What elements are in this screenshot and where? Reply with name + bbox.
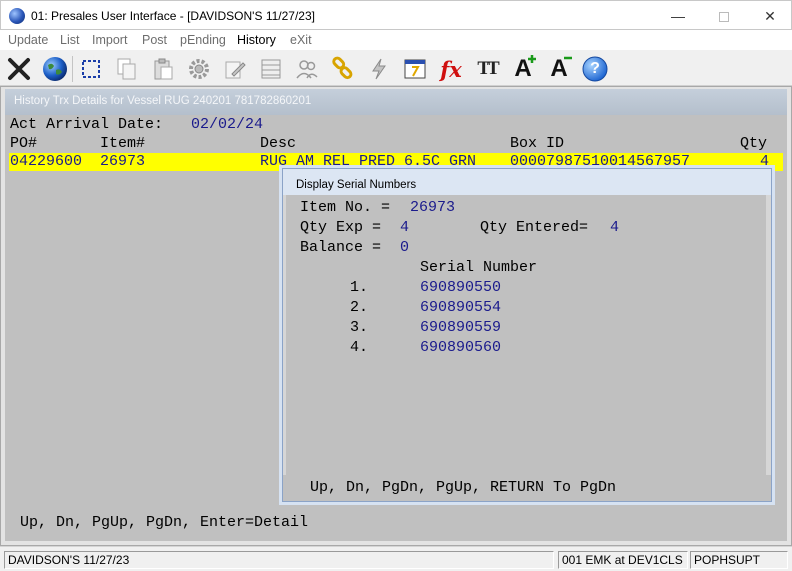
copy-icon[interactable] <box>112 54 142 84</box>
help-icon[interactable]: ? <box>580 54 610 84</box>
maximize-icon <box>719 12 729 23</box>
serial-index: 2. <box>350 299 369 316</box>
close-button[interactable]: ✕ <box>747 1 792 31</box>
function-fx-icon[interactable]: fx <box>436 54 466 84</box>
serial-value: 690890559 <box>420 319 502 336</box>
help-glyph: ? <box>590 60 600 77</box>
serial-number-header: Serial Number <box>420 259 538 276</box>
dialog-titlebar: Display Serial Numbers <box>283 169 771 195</box>
row-po: 04229600 <box>10 153 83 170</box>
toolbar: fx TT A A ? <box>0 50 792 86</box>
status-company: DAVIDSON'S 11/27/23 <box>4 551 554 569</box>
settings-gear-icon[interactable] <box>184 54 214 84</box>
exit-x-icon[interactable] <box>4 54 34 84</box>
qty-entered-label: Qty Entered= <box>480 219 589 236</box>
serial-value: 690890550 <box>420 279 502 296</box>
users-icon[interactable] <box>292 54 322 84</box>
select-rectangle-icon[interactable] <box>76 54 106 84</box>
balance-value: 0 <box>400 239 410 256</box>
menu-pending[interactable]: pEnding <box>180 33 226 47</box>
minimize-button[interactable]: — <box>655 1 701 31</box>
window-titlebar: 01: Presales User Interface - [DAVIDSON'… <box>0 0 792 30</box>
serial-index: 4. <box>350 339 369 356</box>
qty-exp-value: 4 <box>400 219 410 236</box>
dialog-frame-right <box>766 195 771 475</box>
window-title: 01: Presales User Interface - [DAVIDSON'… <box>31 9 315 23</box>
list-grid-icon[interactable] <box>256 54 286 84</box>
menu-list[interactable]: List <box>60 33 79 47</box>
item-no-value: 26973 <box>410 199 456 216</box>
header-desc: Desc <box>260 135 297 152</box>
calculator-display-icon[interactable] <box>400 54 430 84</box>
menu-exit[interactable]: eXit <box>290 33 312 47</box>
item-no-label: Item No. = <box>300 199 391 216</box>
paste-icon[interactable] <box>148 54 178 84</box>
dialog-title: Display Serial Numbers <box>296 179 417 191</box>
serial-value: 690890554 <box>420 299 502 316</box>
dialog-frame-left <box>283 195 286 475</box>
fx-label: fx <box>440 56 462 82</box>
serial-value: 690890560 <box>420 339 502 356</box>
qty-exp-label: Qty Exp = <box>300 219 382 236</box>
header-item: Item# <box>100 135 146 152</box>
inner-window-title: History Trx Details for Vessel RUG 24020… <box>14 95 312 107</box>
serial-index: 1. <box>350 279 369 296</box>
serial-index: 3. <box>350 319 369 336</box>
dialog-footer-keys: Up, Dn, PgDn, PgUp, RETURN To PgDn <box>310 479 617 496</box>
lightning-icon[interactable] <box>364 54 394 84</box>
menu-history[interactable]: History <box>237 33 276 47</box>
header-box-id: Box ID <box>510 135 565 152</box>
arrival-date-label: Act Arrival Date: <box>10 116 164 133</box>
balance-label: Balance = <box>300 239 382 256</box>
menu-update[interactable]: Update <box>8 33 48 47</box>
menu-post[interactable]: Post <box>142 33 167 47</box>
status-bar: DAVIDSON'S 11/27/23 001 EMK at DEV1CLS P… <box>0 546 792 571</box>
minimize-icon: — <box>671 8 685 24</box>
link-chain-icon[interactable] <box>328 54 358 84</box>
decrease-font-icon[interactable]: A <box>544 54 574 84</box>
header-po: PO# <box>10 135 38 152</box>
menu-import[interactable]: Import <box>92 33 127 47</box>
maximize-button[interactable] <box>701 1 747 31</box>
inner-window-titlebar: History Trx Details for Vessel RUG 24020… <box>5 89 787 115</box>
header-qty: Qty <box>740 135 768 152</box>
arrival-date-value: 02/02/24 <box>191 116 264 133</box>
globe-icon[interactable] <box>40 54 70 84</box>
tt-label: TT <box>477 58 499 79</box>
close-icon: ✕ <box>764 8 776 24</box>
qty-entered-value: 4 <box>610 219 620 236</box>
toolbar-separator <box>72 56 73 82</box>
console-footer-keys: Up, Dn, PgUp, PgDn, Enter=Detail <box>20 514 309 531</box>
increase-font-icon[interactable]: A <box>508 54 538 84</box>
edit-pencil-icon[interactable] <box>220 54 250 84</box>
serial-numbers-dialog: Display Serial Numbers Item No. = 26973 … <box>282 168 772 502</box>
menu-bar: Update List Import Post pEnding History … <box>0 30 792 50</box>
status-program: POPHSUPT <box>690 551 788 569</box>
status-user-session: 001 EMK at DEV1CLS <box>558 551 688 569</box>
row-item: 26973 <box>100 153 146 170</box>
dialog-console: Item No. = 26973 Qty Exp = 4 Qty Entered… <box>283 195 771 501</box>
text-size-icon[interactable]: TT <box>472 54 502 84</box>
app-globe-icon <box>9 8 25 24</box>
